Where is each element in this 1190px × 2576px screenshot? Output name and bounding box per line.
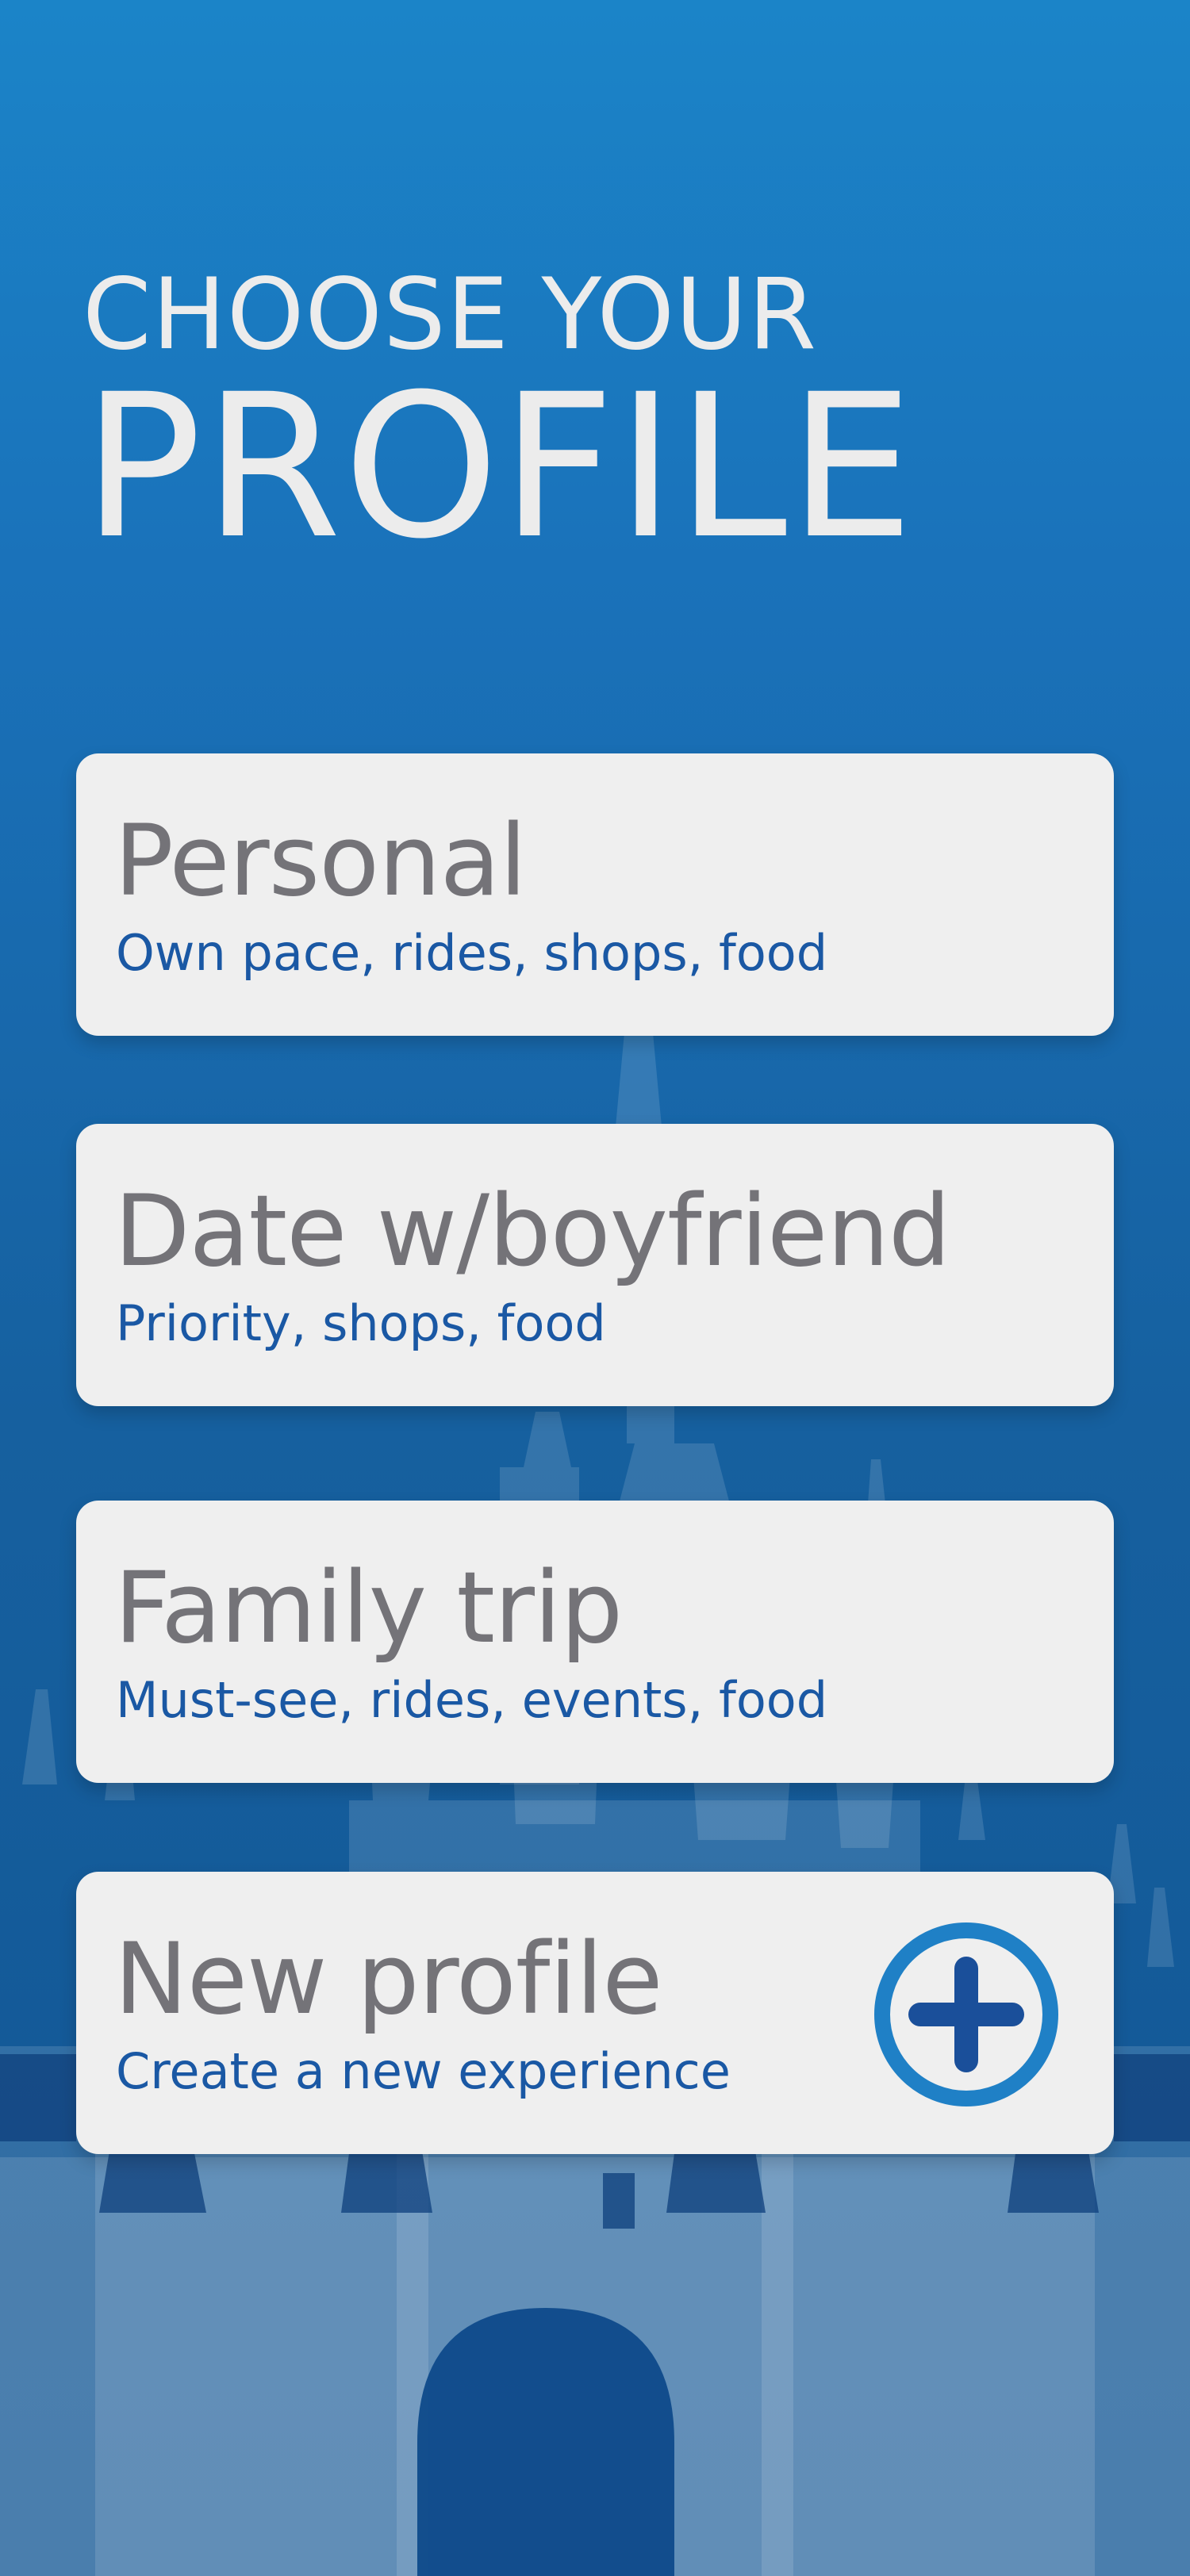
profile-card-description: Must-see, rides, events, food [116,1671,828,1729]
profile-card-title: Personal [114,804,527,918]
new-profile-description: Create a new experience [116,2042,731,2100]
new-profile-title: New profile [114,1922,663,2037]
profile-card-description: Priority, shops, food [116,1294,606,1352]
profile-card-date-with-boyfriend[interactable]: Date w/boyfriend Priority, shops, food [76,1124,1114,1406]
page-title: CHOOSE YOUR PROFILE [83,262,916,566]
profile-card-title: Date w/boyfriend [114,1175,951,1289]
profile-card-family-trip[interactable]: Family trip Must-see, rides, events, foo… [76,1501,1114,1783]
plus-circle-icon[interactable] [873,1921,1060,2108]
profile-card-description: Own pace, rides, shops, food [116,924,828,982]
new-profile-card[interactable]: New profile Create a new experience [76,1872,1114,2154]
profile-card-title: Family trip [114,1551,623,1666]
profile-card-personal[interactable]: Personal Own pace, rides, shops, food [76,753,1114,1036]
page-title-line-2: PROFILE [83,351,916,582]
